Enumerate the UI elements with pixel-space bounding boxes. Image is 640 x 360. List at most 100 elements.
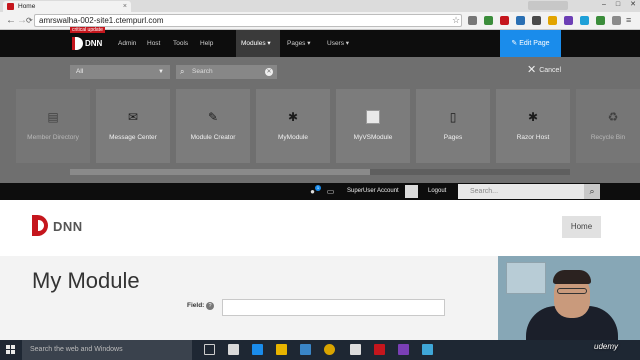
file-explorer-icon[interactable] — [276, 344, 287, 355]
critical-update-badge[interactable]: critical update — [70, 27, 105, 33]
menu-help[interactable]: Help — [195, 30, 218, 57]
filezilla-icon[interactable] — [374, 344, 385, 355]
logout-link[interactable]: Logout — [428, 183, 446, 200]
extension-icon[interactable] — [500, 16, 509, 25]
udemy-watermark: udemy — [594, 342, 619, 351]
module-card-myvsmodule[interactable]: MyVSModule — [336, 89, 410, 163]
clear-search-icon[interactable]: ✕ — [265, 68, 273, 76]
search-icon[interactable]: ⌕ — [584, 184, 600, 199]
address-bar[interactable]: amrswalha-002-site1.ctempurl.com — [34, 14, 462, 27]
module-card-pages[interactable]: ▯ Pages — [416, 89, 490, 163]
browser-menu-icon[interactable]: ≡ — [626, 16, 635, 25]
puzzle-icon: ✱ — [287, 110, 299, 124]
back-icon[interactable]: ← — [6, 15, 16, 27]
dnn-favicon — [7, 3, 14, 10]
browser-tab[interactable]: Home × — [3, 1, 131, 12]
field-label: Field: — [187, 302, 205, 309]
extension-icon[interactable] — [612, 16, 621, 25]
add-module-panel: All ▼ ⌕ Search ✕ ✕ Cancel ▤ Member Direct… — [0, 57, 640, 183]
scrollbar-thumb[interactable] — [70, 169, 370, 175]
extension-icon[interactable] — [532, 16, 541, 25]
menu-modules[interactable]: Modules ▾ — [236, 30, 280, 57]
module-card-label: Module Creator — [190, 134, 236, 141]
presenter-glasses — [557, 288, 587, 294]
nav-home-button[interactable]: Home — [562, 216, 601, 238]
dnn-logo-small[interactable]: DNN — [72, 36, 102, 52]
store-icon[interactable] — [228, 344, 239, 355]
user-account-link[interactable]: SuperUser Account — [347, 183, 399, 200]
module-card-message-center[interactable]: ✉ Message Center — [96, 89, 170, 163]
module-card-label: Member Directory — [27, 134, 79, 141]
cancel-button[interactable]: ✕ Cancel — [527, 65, 561, 76]
maximize-icon[interactable]: □ — [616, 0, 620, 10]
extension-icon[interactable] — [468, 16, 477, 25]
page-header: DNN Home — [0, 200, 640, 256]
browser-tabstrip: Home × – □ ✕ — [0, 0, 640, 12]
site-logo[interactable]: DNN — [32, 215, 92, 237]
category-select-value: All — [76, 68, 84, 75]
task-view-icon[interactable] — [204, 344, 215, 355]
menu-tools[interactable]: Tools — [168, 30, 193, 57]
tab-title: Home — [18, 3, 36, 10]
module-card-recycle-bin[interactable]: ♻ Recycle Bin — [576, 89, 640, 163]
tools-icon[interactable] — [350, 344, 361, 355]
webcam-overlay — [498, 256, 640, 340]
notification-count-badge: 1 — [315, 185, 321, 191]
windows-start-icon[interactable] — [6, 345, 15, 354]
menu-users[interactable]: Users ▾ — [322, 30, 354, 57]
presenter-hair — [553, 270, 591, 284]
extension-icon[interactable] — [596, 16, 605, 25]
reload-icon[interactable]: ⟳ — [26, 15, 33, 27]
edge-icon[interactable] — [252, 344, 263, 355]
module-card-label: Razor Host — [516, 134, 550, 141]
windows-taskbar: Search the web and Windows — [0, 340, 640, 360]
menu-host[interactable]: Host — [142, 30, 165, 57]
field-input[interactable] — [222, 299, 445, 316]
module-creator-icon: ✎ — [207, 110, 219, 124]
menu-admin[interactable]: Admin — [113, 30, 141, 57]
tab-close-icon[interactable]: × — [123, 3, 127, 10]
search-icon: ⌕ — [180, 67, 185, 76]
cancel-label: Cancel — [539, 66, 562, 74]
chevron-down-icon: ▼ — [158, 69, 164, 75]
browser-profile-chip[interactable] — [528, 1, 568, 10]
module-card-label: Message Center — [109, 134, 157, 141]
module-card-module-creator[interactable]: ✎ Module Creator — [176, 89, 250, 163]
module-category-select[interactable]: All ▼ — [70, 65, 170, 79]
notifications-icon[interactable]: ● 1 — [308, 185, 321, 196]
window-controls: – □ ✕ — [602, 0, 636, 10]
close-window-icon[interactable]: ✕ — [630, 0, 636, 10]
menu-pages[interactable]: Pages ▾ — [282, 30, 316, 57]
chrome-icon[interactable] — [324, 344, 335, 355]
module-card-label: Recycle Bin — [590, 134, 626, 141]
site-search-input[interactable]: Search... — [458, 184, 584, 199]
module-card-razor-host[interactable]: ✱ Razor Host — [496, 89, 570, 163]
app-icon[interactable] — [422, 344, 433, 355]
messages-icon[interactable]: ▭ — [326, 187, 335, 196]
bookmark-star-icon[interactable]: ☆ — [452, 16, 461, 25]
module-card-mymodule[interactable]: ✱ MyModule — [256, 89, 330, 163]
extension-icon[interactable] — [548, 16, 557, 25]
extension-icon[interactable] — [516, 16, 525, 25]
help-icon[interactable]: ? — [206, 302, 214, 310]
taskbar-search-input[interactable]: Search the web and Windows — [22, 340, 192, 360]
minimize-icon[interactable]: – — [602, 0, 606, 10]
module-scrollbar[interactable] — [70, 169, 570, 175]
app-icon[interactable] — [300, 344, 311, 355]
site-logo-text: DNN — [53, 219, 83, 234]
window-background — [506, 262, 546, 294]
module-search-input[interactable]: ⌕ Search ✕ — [176, 65, 277, 79]
dnn-logo-text: DNN — [85, 39, 103, 48]
recycle-bin-icon: ♻ — [607, 110, 619, 124]
page-content: My Module Field: ? — [0, 256, 498, 340]
extension-icon[interactable] — [580, 16, 589, 25]
extension-icon[interactable] — [484, 16, 493, 25]
page-title: My Module — [32, 268, 140, 293]
message-center-icon: ✉ — [127, 110, 139, 124]
extension-icon[interactable] — [564, 16, 573, 25]
module-card-member-directory[interactable]: ▤ Member Directory — [16, 89, 90, 163]
avatar[interactable] — [405, 185, 418, 198]
dnn-mark-icon — [72, 37, 83, 50]
edit-page-button[interactable]: ✎ Edit Page — [500, 30, 561, 57]
visual-studio-icon[interactable] — [398, 344, 409, 355]
